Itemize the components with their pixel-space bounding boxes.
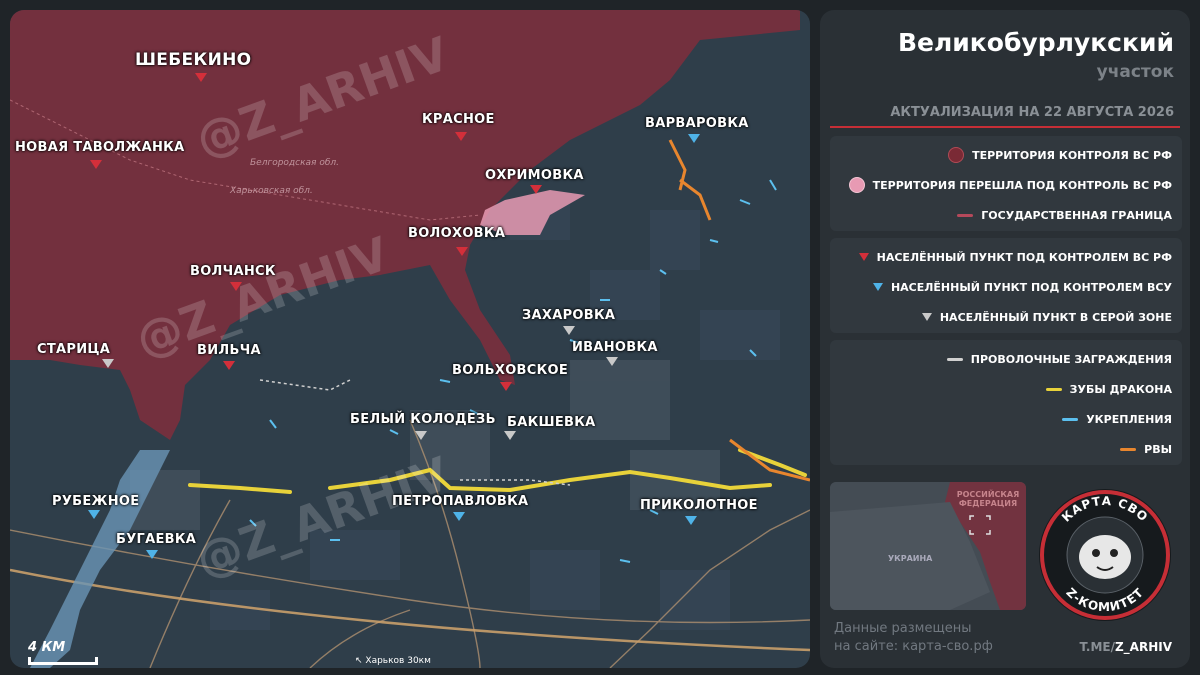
scale-bar xyxy=(28,657,98,665)
legend-settlements: НАСЕЛЁННЫЙ ПУНКТ ПОД КОНТРОЛЕМ ВС РФ НАС… xyxy=(830,238,1182,333)
river xyxy=(30,450,170,668)
legend-defenses: ПРОВОЛОЧНЫЕ ЗАГРАЖДЕНИЯ ЗУБЫ ДРАКОНА УКР… xyxy=(830,340,1182,465)
ditch-icon xyxy=(1120,447,1137,451)
logo-emblem: КАРТА СВО Z-КОМИТЕТ xyxy=(1039,489,1171,621)
legend-label: РВЫ xyxy=(1144,442,1172,456)
legend-label: НАСЕЛЁННЫЙ ПУНКТ ПОД КОНТРОЛЕМ ВСУ xyxy=(890,280,1172,294)
ru-territory-icon xyxy=(948,147,965,163)
inset-ukraine-label: УКРАИНА xyxy=(888,554,933,563)
site-line: Данные размещены xyxy=(834,621,972,636)
place-label: СТАРИЦА xyxy=(37,342,111,357)
ua-marker xyxy=(146,550,158,559)
region-label: Белгородская обл. xyxy=(250,158,339,168)
ru-marker xyxy=(456,247,468,256)
legend-label: ТЕРРИТОРИЯ КОНТРОЛЯ ВС РФ xyxy=(972,148,1172,162)
ua-marker-icon xyxy=(872,283,883,291)
place-label: БЕЛЫЙ КОЛОДЕЗЬ xyxy=(350,412,496,427)
legend-panel: Великобурлукский участок АКТУАЛИЗАЦИЯ НА… xyxy=(820,10,1190,668)
legend-label: ПРОВОЛОЧНЫЕ ЗАГРАЖДЕНИЯ xyxy=(970,352,1172,366)
legend-label: НАСЕЛЁННЫЙ ПУНКТ В СЕРОЙ ЗОНЕ xyxy=(939,310,1172,324)
gray-marker xyxy=(102,359,114,368)
place-label: ИВАНОВКА xyxy=(572,340,658,355)
place-label: ВОЛЬХОВСКОЕ xyxy=(452,363,569,378)
scale-label: 4 КМ xyxy=(28,640,66,655)
ru-marker xyxy=(195,73,207,82)
gray-marker xyxy=(563,326,575,335)
ua-marker xyxy=(685,516,697,525)
ru-marker xyxy=(500,382,512,391)
ru-marker xyxy=(223,361,235,370)
site-link[interactable]: на сайте: карта-сво.рф xyxy=(834,638,993,656)
place-label: ШЕБЕКИНО xyxy=(135,50,252,70)
direction-label: ↖ Харьков 30км xyxy=(355,656,431,666)
legend-label: ЗУБЫ ДРАКОНА xyxy=(1069,382,1172,396)
fortification-icon xyxy=(1062,417,1079,421)
site-info: Данные размещены на сайте: карта-сво.рф xyxy=(834,620,993,656)
gray-marker xyxy=(606,357,618,366)
gray-marker xyxy=(415,431,427,440)
gray-marker-icon xyxy=(921,313,932,321)
ru-marker xyxy=(90,160,102,169)
ua-marker xyxy=(453,512,465,521)
telegram-prefix: T.ME/ xyxy=(1079,640,1115,654)
new-territory-icon xyxy=(848,177,865,193)
place-label: ЗАХАРОВКА xyxy=(522,308,616,323)
ua-marker xyxy=(88,510,100,519)
page-title: Великобурлукский xyxy=(897,28,1174,57)
ru-marker xyxy=(230,282,242,291)
legend-areas: ТЕРРИТОРИЯ КОНТРОЛЯ ВС РФ ТЕРРИТОРИЯ ПЕР… xyxy=(830,136,1182,231)
overview-map: РОССИЙСКАЯ ФЕДЕРАЦИЯ УКРАИНА xyxy=(830,482,1026,610)
legend-label: УКРЕПЛЕНИЯ xyxy=(1086,412,1172,426)
place-label: ПЕТРОПАВЛОВКА xyxy=(392,494,529,509)
place-label: ВИЛЬЧА xyxy=(197,343,261,358)
place-label: КРАСНОЕ xyxy=(422,112,495,127)
ru-marker-icon xyxy=(858,253,869,261)
map-canvas xyxy=(10,10,810,668)
place-label: БАКШЕВКА xyxy=(507,415,596,430)
gray-marker xyxy=(504,431,516,440)
inset-russia-label: РОССИЙСКАЯ ФЕДЕРАЦИЯ xyxy=(956,490,1020,508)
ua-marker xyxy=(688,134,700,143)
place-label: НОВАЯ ТАВОЛЖАНКА xyxy=(15,140,185,155)
legend-label: НАСЕЛЁННЫЙ ПУНКТ ПОД КОНТРОЛЕМ ВС РФ xyxy=(876,250,1172,264)
divider xyxy=(830,126,1180,128)
ru-marker xyxy=(455,132,467,141)
telegram-handle: Z_ARHIV xyxy=(1114,640,1172,654)
place-label: ВАРВАРОВКА xyxy=(645,116,749,131)
place-label: БУГАЕВКА xyxy=(116,532,197,547)
region-label: Харьковская обл. xyxy=(230,186,313,196)
legend-label: ГОСУДАРСТВЕННАЯ ГРАНИЦА xyxy=(981,208,1172,222)
place-label: ВОЛОХОВКА xyxy=(408,226,506,241)
update-date: АКТУАЛИЗАЦИЯ НА 22 АВГУСТА 2026 xyxy=(890,105,1174,120)
wire-icon xyxy=(946,357,963,361)
ru-marker xyxy=(530,185,542,194)
place-label: ВОЛЧАНСК xyxy=(190,264,276,279)
page-subtitle: участок xyxy=(1096,62,1174,82)
dragon-teeth-icon xyxy=(1045,387,1062,391)
place-label: РУБЕЖНОЕ xyxy=(52,494,140,509)
map-area: @Z_ARHIV @Z_ARHIV @Z_ARHIV Белгородская … xyxy=(10,10,810,668)
border-line-icon xyxy=(957,213,974,217)
place-label: ПРИКОЛОТНОЕ xyxy=(640,498,758,513)
telegram-link[interactable]: T.ME/Z_ARHIV xyxy=(1080,640,1172,654)
legend-label: ТЕРРИТОРИЯ ПЕРЕШЛА ПОД КОНТРОЛЬ ВС РФ xyxy=(872,178,1172,192)
place-label: ОХРИМОВКА xyxy=(485,168,584,183)
